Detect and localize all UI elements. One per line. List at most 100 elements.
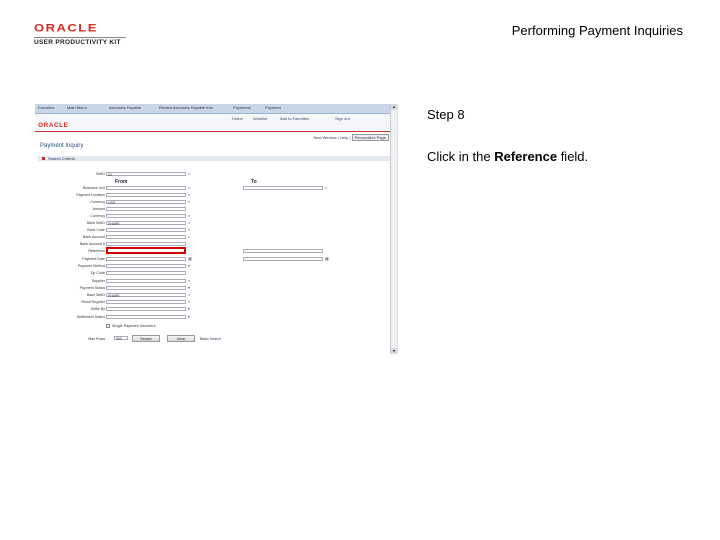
payment-location-lookup-icon[interactable]: ⌕ (188, 193, 192, 197)
max-rows-label: Max Rows (88, 337, 105, 341)
bank-setid2-lookup-icon[interactable]: ⌕ (188, 293, 192, 297)
business-unit-label: Business Unit (83, 186, 105, 190)
basic-search-link[interactable]: Basic Search (200, 337, 221, 341)
search-criteria-header[interactable]: Search Criteria (38, 156, 390, 161)
bank-setid2-label: Bank SetID (86, 293, 105, 297)
nav-sign-out[interactable]: Sign out (335, 116, 350, 121)
document-title: Performing Payment Inquiries (511, 23, 683, 38)
bank-account-number-label: Bank Account # (80, 242, 105, 246)
payment-status-dropdown-icon[interactable]: ▾ (188, 286, 192, 290)
search-button[interactable]: Search (132, 335, 160, 342)
bank-setid-field[interactable]: SHARE (106, 221, 186, 226)
amount-label: Amount (92, 207, 105, 211)
single-payment-checkbox[interactable] (106, 324, 110, 328)
bank-setid-label: Bank SetID (86, 221, 105, 225)
payment-status-label: Payment Status (79, 286, 105, 290)
crumb-accounts-payable[interactable]: Accounts Payable (109, 105, 141, 110)
clear-button[interactable]: Clear (167, 335, 195, 342)
settle-by-label: Settle By (90, 307, 105, 311)
currency-field[interactable]: USD (106, 200, 186, 205)
max-rows-field[interactable]: 300 (114, 336, 128, 341)
remit-supplier-field[interactable] (106, 300, 186, 304)
header-bar: ORACLE Home Worklist Add to Favorites Si… (35, 114, 390, 132)
payment-date-to-field[interactable] (243, 257, 323, 261)
remit-supplier-label: Remit Supplier (81, 300, 105, 304)
setid-field[interactable]: A1 (106, 172, 186, 177)
payment-date-to-calendar-icon[interactable]: ▦ (325, 257, 329, 261)
business-unit-to-lookup-icon[interactable]: ⌕ (325, 186, 329, 190)
crumb-review-ap-info[interactable]: Review Accounts Payable Info (159, 105, 213, 110)
from-column-header: From (115, 179, 128, 185)
currency2-lookup-icon[interactable]: ⌕ (188, 214, 192, 218)
payment-location-field[interactable] (106, 193, 186, 197)
settle-by-dropdown-icon[interactable]: ▾ (188, 307, 192, 311)
crumb-favorites[interactable]: Favorites (38, 105, 54, 110)
personalize-page-link[interactable]: Personalize Page (351, 134, 389, 141)
business-unit-field[interactable] (106, 186, 186, 190)
zip-code-label: Zip Code (90, 271, 105, 275)
setid-label: SetID (96, 172, 105, 176)
bank-account-number-field[interactable] (106, 242, 186, 246)
view-links: New Window | Help | Personalize Page (314, 134, 389, 141)
payment-method-label: Payment Method (77, 264, 105, 268)
crumb-payments[interactable]: Payments (233, 105, 251, 110)
collapse-icon[interactable] (42, 157, 45, 160)
bank-code-label: Bank Code (87, 228, 105, 232)
bank-setid-lookup-icon[interactable]: ⌕ (188, 221, 192, 225)
setid-lookup-icon[interactable]: ⌕ (188, 172, 192, 176)
oracle-logo-text: ORACLE (34, 21, 98, 34)
payment-method-field[interactable] (106, 264, 186, 268)
to-column-header: To (251, 179, 257, 185)
header-divider (35, 131, 390, 132)
nav-worklist[interactable]: Worklist (253, 116, 267, 121)
amount-field[interactable] (106, 207, 186, 211)
scroll-down-icon[interactable]: ▾ (391, 348, 397, 354)
payment-date-field[interactable] (106, 257, 186, 261)
help-link[interactable]: Help (340, 135, 348, 140)
reference-field[interactable] (106, 247, 186, 254)
business-unit-to-field[interactable] (243, 186, 323, 190)
remit-supplier-lookup-icon[interactable]: ⌕ (188, 300, 192, 304)
upk-logo-text: USER PRODUCTIVITY KIT (34, 39, 121, 46)
currency-lookup-icon[interactable]: ⌕ (188, 200, 192, 204)
bank-setid2-field[interactable]: SHARE (106, 293, 186, 298)
zip-code-field[interactable] (106, 271, 186, 275)
new-window-link[interactable]: New Window (314, 135, 337, 140)
settlement-status-label: Settlement Status (76, 315, 105, 319)
single-payment-label: Single Payment Vouchers (112, 324, 156, 328)
crumb-payment[interactable]: Payment (265, 105, 281, 110)
payment-date-calendar-icon[interactable]: ▦ (188, 257, 192, 261)
settlement-status-dropdown-icon[interactable]: ▾ (188, 315, 192, 319)
bank-account-label: Bank Account (83, 235, 105, 239)
crumb-main-menu[interactable]: Main Menu (67, 105, 87, 110)
supplier-lookup-icon[interactable]: ⌕ (188, 279, 192, 283)
supplier-field[interactable] (106, 279, 186, 283)
app-brand: ORACLE (38, 122, 69, 129)
step-number: Step 8 (427, 107, 465, 122)
vertical-scrollbar[interactable]: ▴ ▾ (390, 104, 397, 354)
business-unit-lookup-icon[interactable]: ⌕ (188, 186, 192, 190)
payment-date-label: Payment Date (82, 257, 105, 261)
instruction-field-name: Reference (494, 149, 558, 164)
currency-label: Currency (90, 200, 105, 204)
nav-add-favorites[interactable]: Add to Favorites (280, 116, 309, 121)
oracle-upk-logo: ORACLE USER PRODUCTIVITY KIT (34, 22, 130, 47)
currency2-label: Currency (90, 214, 105, 218)
scroll-up-icon[interactable]: ▴ (391, 104, 397, 110)
application-screenshot: Favorites Main Menu Accounts Payable Rev… (35, 104, 398, 354)
settlement-status-field[interactable] (106, 315, 186, 319)
breadcrumb-bar: Favorites Main Menu Accounts Payable Rev… (35, 104, 390, 114)
settle-by-field[interactable] (106, 307, 186, 311)
reference-to-field[interactable] (243, 249, 323, 253)
payment-status-field[interactable] (106, 286, 186, 290)
payment-method-dropdown-icon[interactable]: ▾ (188, 264, 192, 268)
search-criteria-label: Search Criteria (48, 156, 75, 161)
currency2-field[interactable] (106, 214, 186, 218)
step-instruction: Click in the Reference field. (427, 149, 588, 164)
bank-code-field[interactable] (106, 228, 186, 232)
bank-account-field[interactable] (106, 235, 186, 239)
bank-code-lookup-icon[interactable]: ⌕ (188, 228, 192, 232)
nav-home[interactable]: Home (232, 116, 243, 121)
bank-account-lookup-icon[interactable]: ⌕ (188, 235, 192, 239)
page-title: Payment Inquiry (40, 143, 84, 149)
